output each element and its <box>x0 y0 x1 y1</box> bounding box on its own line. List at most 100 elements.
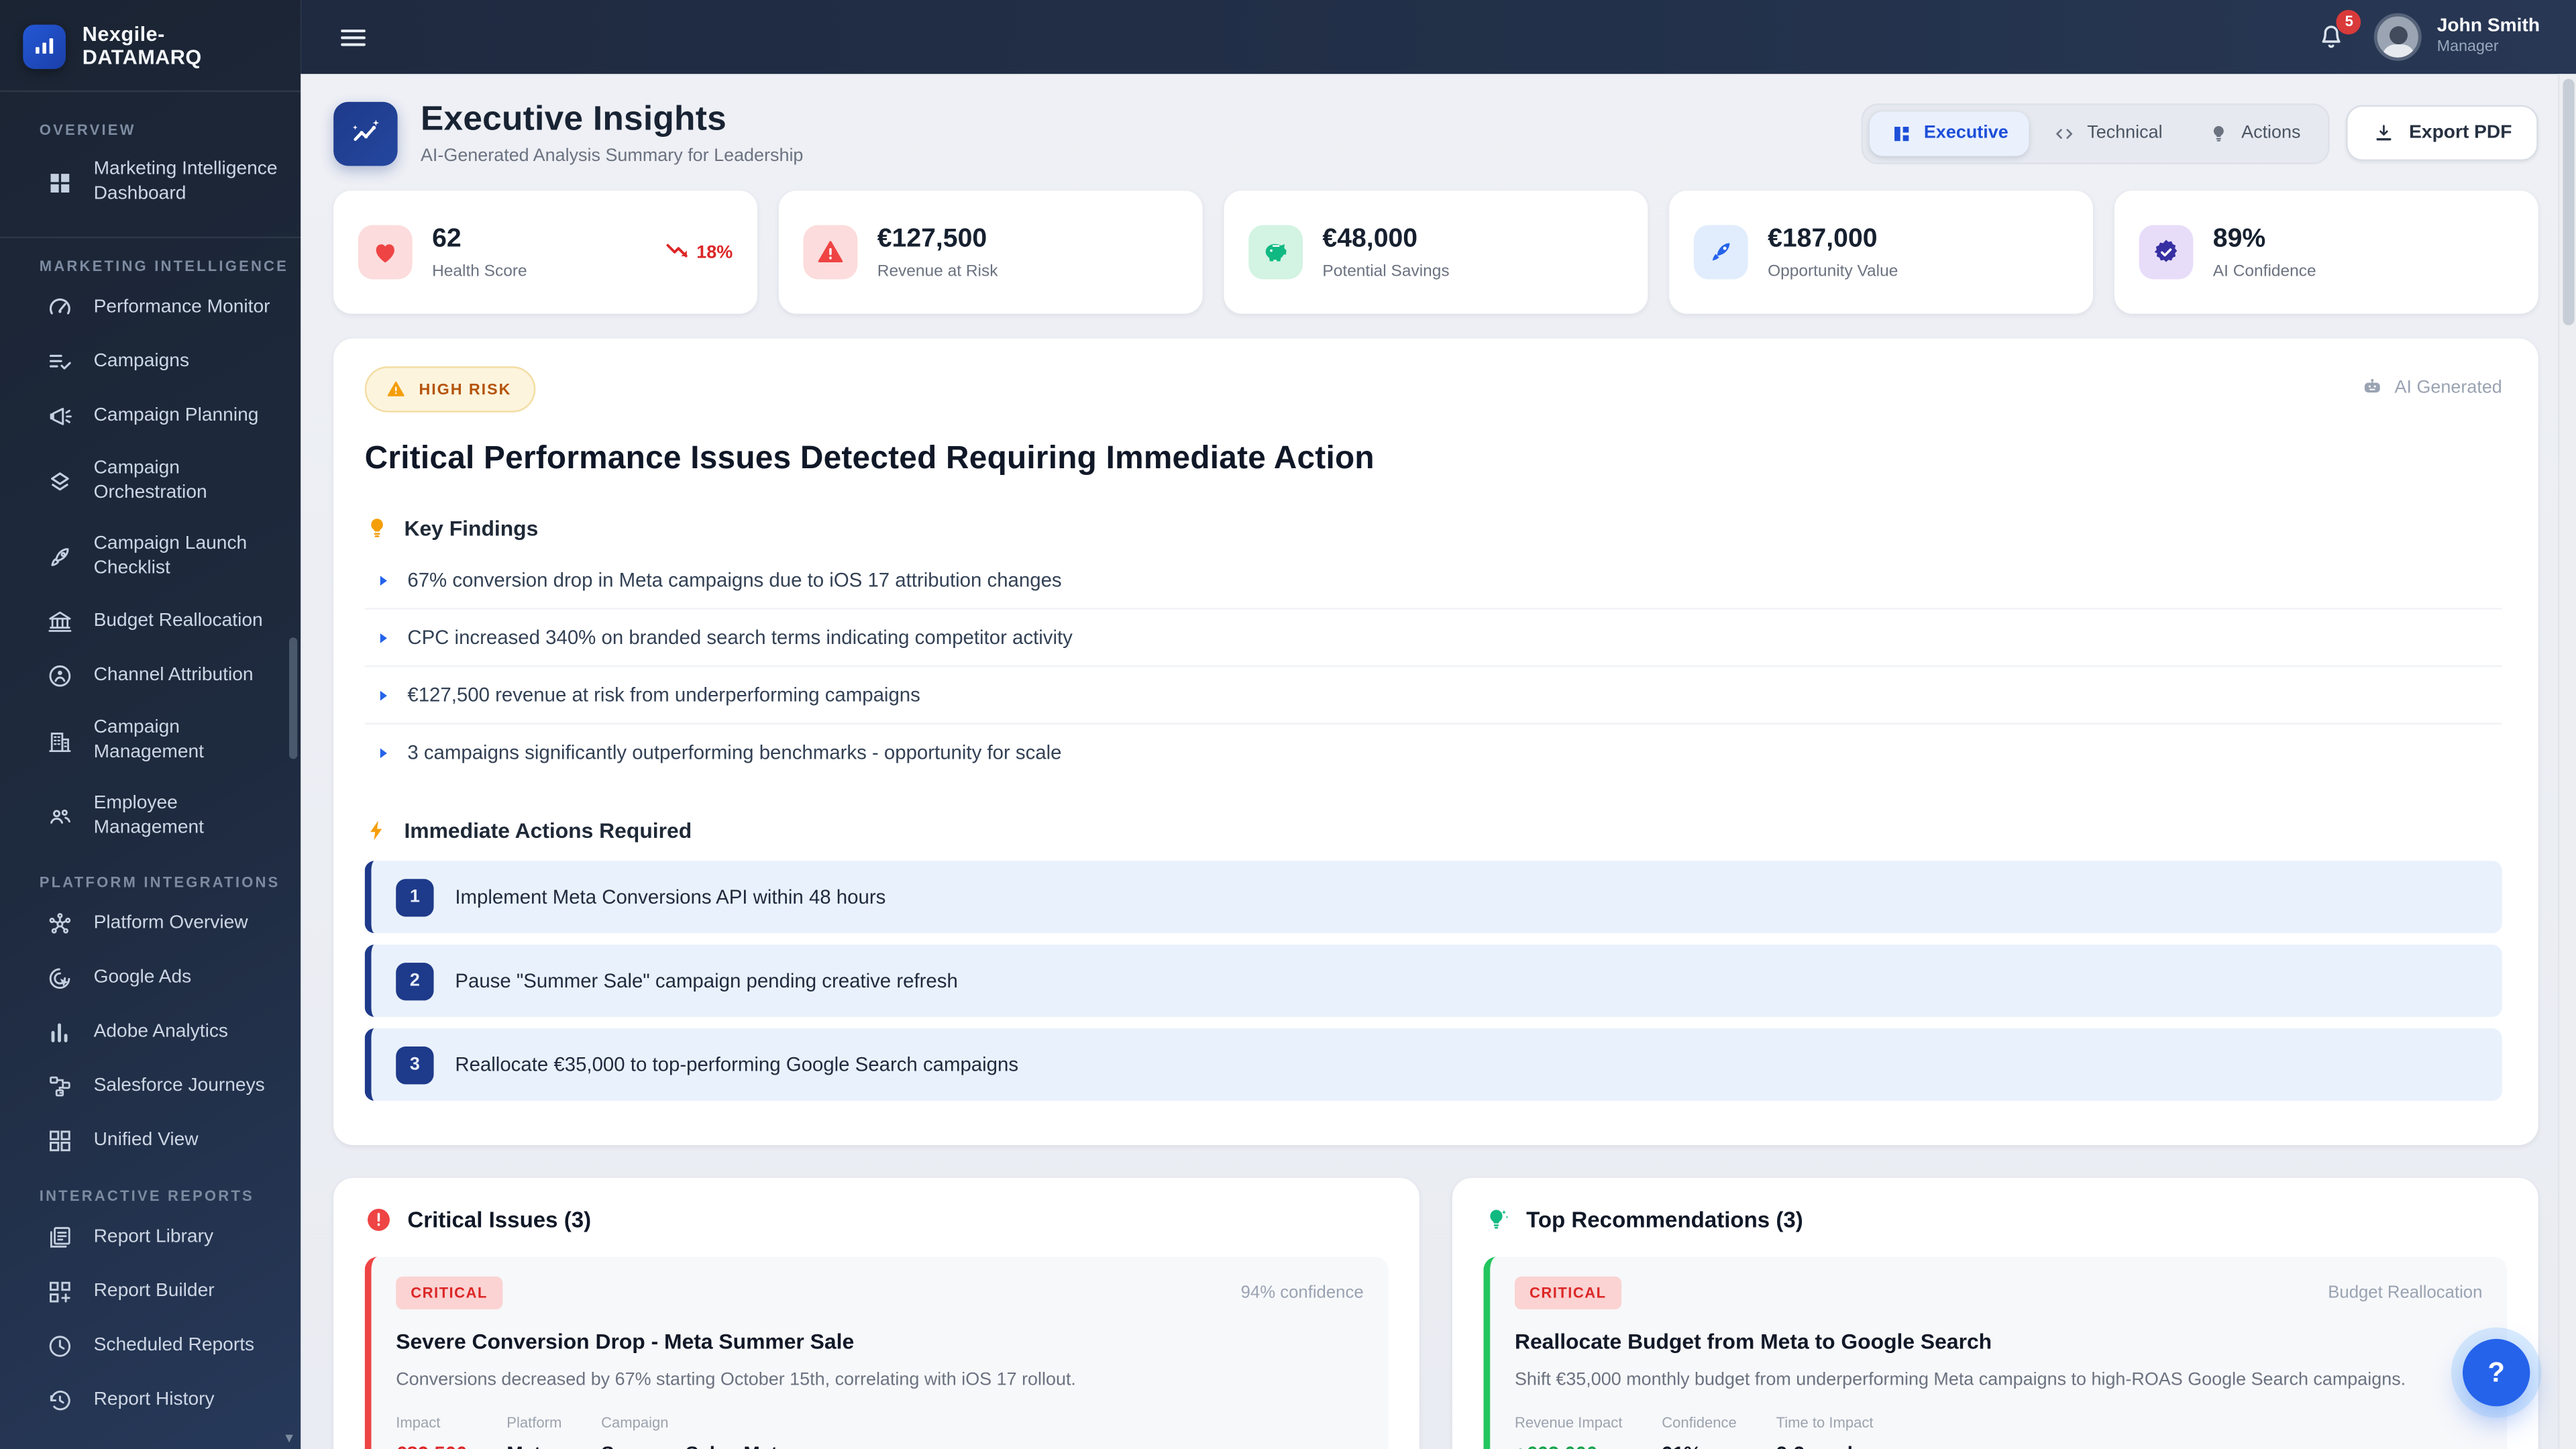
grid-icon <box>1891 122 1913 144</box>
sidebar: Nexgile-DATAMARQ OVERVIEW Marketing Inte… <box>0 0 301 1449</box>
confidence-label: 94% confidence <box>1241 1283 1364 1303</box>
sidebar-item-label: Campaign Management <box>94 716 284 765</box>
sidebar-item-platform-overview[interactable]: Platform Overview <box>0 897 301 951</box>
clock-icon <box>46 1332 74 1360</box>
sidebar-item-campaign-planning[interactable]: Campaign Planning <box>0 389 301 443</box>
page-scrollbar-thumb[interactable] <box>2563 79 2574 325</box>
lightbulb-green-icon <box>1483 1206 1511 1234</box>
play-bullet-icon <box>376 630 391 645</box>
bank-icon <box>46 608 74 636</box>
lightbulb-orange-icon <box>365 515 390 543</box>
sidebar-item-performance-monitor[interactable]: Performance Monitor <box>0 281 301 335</box>
tab-actions[interactable]: Actions <box>2187 111 2322 155</box>
brand: Nexgile-DATAMARQ <box>0 0 301 92</box>
sidebar-item-channel-attribution[interactable]: Channel Attribution <box>0 649 301 703</box>
stat-trend: 18% <box>665 241 733 263</box>
gauge-icon <box>46 294 74 322</box>
sidebar-item-scheduled-reports[interactable]: Scheduled Reports <box>0 1320 301 1374</box>
recommendation-description: Shift €35,000 monthly budget from underp… <box>1515 1368 2482 1391</box>
finding-item[interactable]: CPC increased 340% on branded search ter… <box>365 608 2502 665</box>
action-number-badge: 2 <box>396 962 433 1000</box>
help-button[interactable]: ? <box>2463 1339 2530 1406</box>
issue-title: Severe Conversion Drop - Meta Summer Sal… <box>396 1329 1363 1354</box>
sidebar-item-campaign-launch-checklist[interactable]: Campaign Launch Checklist <box>0 519 301 595</box>
page-header: Executive Insights AI-Generated Analysis… <box>333 100 2538 166</box>
sidebar-item-marketing-intelligence-dashboard[interactable]: Marketing Intelligence Dashboard <box>0 145 301 221</box>
hamburger-menu-icon[interactable] <box>337 21 370 54</box>
export-pdf-button[interactable]: Export PDF <box>2347 105 2538 161</box>
critical-badge: CRITICAL <box>1515 1277 1621 1309</box>
stat-label: Opportunity Value <box>1768 262 1898 280</box>
user-menu[interactable]: John Smith Manager <box>2375 13 2540 61</box>
metric-confidence: Confidence 91% <box>1662 1415 1737 1449</box>
history-icon <box>46 1387 74 1415</box>
sidebar-item-campaigns[interactable]: Campaigns <box>0 335 301 390</box>
sidebar-item-label: Performance Monitor <box>94 296 270 321</box>
recommendation-title: Reallocate Budget from Meta to Google Se… <box>1515 1329 2482 1354</box>
critical-issues-title: Critical Issues (3) <box>407 1208 591 1232</box>
notifications-bell-icon[interactable]: 5 <box>2316 19 2349 55</box>
sidebar-item-report-history[interactable]: Report History <box>0 1373 301 1428</box>
play-bullet-icon <box>376 572 391 587</box>
sidebar-item-label: Channel Attribution <box>94 663 254 688</box>
rocket-icon <box>46 543 74 571</box>
sidebar-item-campaign-management[interactable]: Campaign Management <box>0 703 301 779</box>
sidebar-item-label: Marketing Intelligence Dashboard <box>94 158 284 207</box>
stat-label: Health Score <box>432 262 527 280</box>
stat-card-ai-confidence: 89% AI Confidence <box>2114 191 2538 314</box>
sidebar-item-employee-management[interactable]: Employee Management <box>0 779 301 855</box>
building-icon <box>46 727 74 755</box>
tab-executive[interactable]: Executive <box>1870 111 2029 155</box>
metric-campaign: Campaign Summer Sale - Meta <box>601 1415 788 1449</box>
top-recommendations-title: Top Recommendations (3) <box>1526 1208 1803 1232</box>
sidebar-item-salesforce-journeys[interactable]: Salesforce Journeys <box>0 1060 301 1114</box>
grid-layout-icon <box>46 1127 74 1155</box>
sidebar-item-label: Employee Management <box>94 792 284 841</box>
action-item: 1 Implement Meta Conversions API within … <box>365 861 2502 933</box>
top-recommendations-card: Top Recommendations (3) CRITICAL Budget … <box>1452 1178 2538 1449</box>
sidebar-item-campaign-orchestration[interactable]: Campaign Orchestration <box>0 443 301 519</box>
sidebar-item-label: Campaign Launch Checklist <box>94 532 284 581</box>
grid-plus-icon <box>46 1278 74 1306</box>
view-tabs: Executive Technical Actions <box>1862 103 2330 164</box>
sidebar-scroll-down-icon[interactable]: ▼ <box>282 1433 295 1446</box>
tab-technical[interactable]: Technical <box>2033 111 2184 155</box>
stat-card-opportunity-value: €187,000 Opportunity Value <box>1669 191 2093 314</box>
issue-metrics: Impact €89,500 Platform Meta Campaign Su… <box>396 1415 1363 1449</box>
sidebar-item-google-ads[interactable]: Google Ads <box>0 951 301 1006</box>
brand-name: Nexgile-DATAMARQ <box>83 23 278 69</box>
sidebar-item-budget-reallocation[interactable]: Budget Reallocation <box>0 595 301 649</box>
documents-icon <box>46 1224 74 1252</box>
ai-generated-tag: AI Generated <box>2359 376 2502 399</box>
section-label-platform-integrations: PLATFORM INTEGRATIONS <box>0 854 301 897</box>
alert-circle-icon <box>365 1206 393 1234</box>
megaphone-icon <box>46 402 74 431</box>
download-icon <box>2373 121 2396 144</box>
sidebar-item-label: Platform Overview <box>94 912 248 936</box>
notification-count-badge: 5 <box>2337 9 2361 34</box>
insights-trend-icon <box>333 101 398 166</box>
sidebar-item-label: Campaign Orchestration <box>94 457 284 506</box>
user-role: Manager <box>2437 38 2540 57</box>
finding-item[interactable]: 3 campaigns significantly outperforming … <box>365 723 2502 781</box>
trending-down-icon <box>665 241 690 263</box>
rocket-blue-icon <box>1694 225 1748 280</box>
finding-item[interactable]: €127,500 revenue at risk from underperfo… <box>365 665 2502 723</box>
brand-logo-icon <box>23 24 66 68</box>
badge-check-icon <box>2139 225 2194 280</box>
sidebar-scrollbar-thumb[interactable] <box>289 637 297 759</box>
finding-item[interactable]: 67% conversion drop in Meta campaigns du… <box>365 552 2502 608</box>
list-check-icon <box>46 348 74 376</box>
sidebar-item-unified-view[interactable]: Unified View <box>0 1114 301 1168</box>
people-icon <box>46 802 74 830</box>
sidebar-item-label: Salesforce Journeys <box>94 1075 265 1099</box>
sidebar-item-adobe-analytics[interactable]: Adobe Analytics <box>0 1006 301 1060</box>
action-item: 2 Pause "Summer Sale" campaign pending c… <box>365 945 2502 1017</box>
page-subtitle: AI-Generated Analysis Summary for Leader… <box>421 146 803 166</box>
sidebar-item-report-library[interactable]: Report Library <box>0 1211 301 1265</box>
sidebar-item-report-builder[interactable]: Report Builder <box>0 1265 301 1320</box>
bottom-row: Critical Issues (3) CRITICAL 94% confide… <box>333 1178 2538 1449</box>
page-scrollbar[interactable] <box>2558 74 2576 1449</box>
lightning-bolt-icon <box>365 816 390 845</box>
stat-value: 62 <box>432 224 527 254</box>
